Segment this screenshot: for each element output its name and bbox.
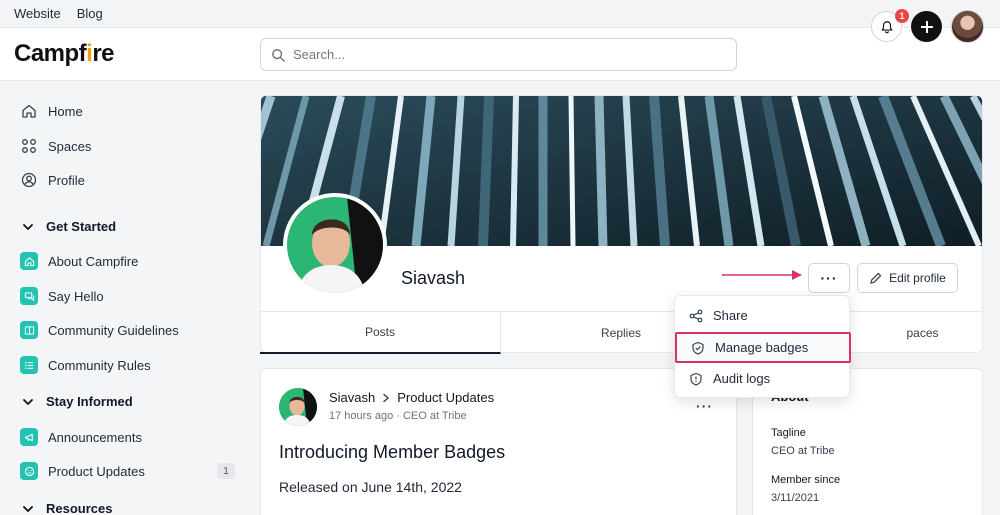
logo-text-c: re	[92, 40, 115, 67]
home-icon	[20, 102, 38, 120]
top-link-bar: Website Blog	[0, 0, 1000, 28]
sidebar-item-label: Say Hello	[48, 288, 104, 304]
about-tagline-label: Tagline	[771, 427, 806, 439]
post-meta: Siavash Product Updates	[329, 390, 494, 405]
create-button[interactable]	[911, 11, 942, 42]
menu-item-label: Audit logs	[713, 371, 771, 386]
chevron-down-icon	[23, 223, 33, 230]
smile-icon	[20, 462, 38, 480]
megaphone-icon	[20, 428, 38, 446]
about-member-since-value: 3/11/2021	[771, 492, 820, 504]
edit-profile-button[interactable]: Edit profile	[857, 263, 958, 293]
section-title: Resources	[46, 501, 113, 515]
sidebar-item-label: Spaces	[48, 138, 92, 154]
bell-icon	[881, 20, 892, 33]
sidebar-item-label: Announcements	[48, 429, 142, 445]
profile-avatar[interactable]	[283, 193, 387, 297]
menu-item-label: Share	[713, 308, 748, 323]
sidebar-item-about-campfire[interactable]: About Campfire	[20, 251, 138, 271]
plus-icon	[920, 20, 933, 33]
post-more-options-button[interactable]: ···	[696, 398, 713, 414]
about-tagline-value: CEO at Tribe	[771, 445, 835, 457]
chevron-down-icon	[23, 505, 33, 512]
sidebar-item-label: Profile	[48, 172, 85, 188]
post-timestamp: 17 hours ago · CEO at Tribe	[329, 410, 467, 422]
pointer-arrow-icon	[722, 270, 802, 280]
profile-name: Siavash	[401, 268, 466, 288]
logo-text-a: Campf	[14, 40, 87, 67]
sidebar-item-label: Community Rules	[48, 357, 151, 373]
user-avatar[interactable]	[951, 10, 984, 43]
section-title: Get Started	[46, 219, 117, 234]
post-body: Released on June 14th, 2022	[279, 479, 462, 495]
grid-icon	[20, 137, 38, 155]
sidebar-item-community-rules[interactable]: Community Rules	[20, 355, 151, 375]
sidebar-item-community-guidelines[interactable]: Community Guidelines	[20, 320, 179, 340]
share-icon	[689, 309, 703, 322]
book-icon	[20, 321, 38, 339]
more-options-icon: ···	[820, 270, 838, 286]
edit-profile-label: Edit profile	[889, 271, 946, 285]
profile-options-menu: Share Manage badges Audit logs	[674, 295, 851, 398]
campfire-logo[interactable]: Campfire	[14, 40, 115, 68]
shield-icon	[692, 341, 704, 355]
post-space-link[interactable]: Product Updates	[397, 390, 494, 405]
menu-item-label: Manage badges	[715, 340, 809, 355]
shield-icon	[690, 372, 702, 386]
menu-item-manage-badges[interactable]: Manage badges	[675, 332, 851, 363]
user-circle-icon	[20, 171, 38, 189]
tab-posts[interactable]: Posts	[260, 312, 501, 354]
search-input[interactable]	[293, 47, 713, 62]
home-icon	[20, 252, 38, 270]
sidebar-item-product-updates[interactable]: Product Updates	[20, 461, 145, 481]
search-box[interactable]	[260, 38, 737, 71]
sidebar-item-label: About Campfire	[48, 253, 139, 269]
post-title[interactable]: Introducing Member Badges	[279, 442, 505, 463]
website-link[interactable]: Website	[14, 6, 61, 21]
blog-link[interactable]: Blog	[77, 6, 103, 21]
sidebar-item-label: Home	[48, 103, 83, 119]
section-stay-informed[interactable]: Stay Informed	[22, 394, 133, 409]
list-icon	[20, 356, 38, 374]
post-author-name[interactable]: Siavash	[329, 390, 375, 405]
section-title: Stay Informed	[46, 394, 133, 409]
about-member-since-label: Member since	[771, 474, 841, 486]
sidebar-item-home[interactable]: Home	[20, 101, 83, 121]
sidebar-item-label: Community Guidelines	[48, 322, 179, 338]
menu-item-share[interactable]: Share	[675, 300, 851, 331]
sidebar-item-spaces[interactable]: Spaces	[20, 136, 91, 156]
app-header: Campfire	[0, 28, 1000, 81]
chevron-down-icon	[23, 398, 33, 405]
chevron-right-icon	[383, 393, 390, 402]
more-options-button[interactable]: ···	[808, 263, 850, 293]
pencil-icon	[870, 272, 882, 284]
profile-tabs: Posts Replies paces	[260, 311, 983, 354]
post-author-avatar[interactable]	[279, 388, 317, 426]
search-icon	[272, 48, 285, 62]
sidebar-item-say-hello[interactable]: Say Hello	[20, 286, 104, 306]
section-get-started[interactable]: Get Started	[22, 219, 116, 234]
sidebar-item-profile[interactable]: Profile	[20, 170, 85, 190]
unread-count-badge: 1	[217, 463, 235, 479]
menu-item-audit-logs[interactable]: Audit logs	[675, 363, 851, 394]
chat-icon	[20, 287, 38, 305]
sidebar-item-label: Product Updates	[48, 463, 145, 479]
notification-count-badge: 1	[895, 9, 909, 23]
sidebar-item-announcements[interactable]: Announcements	[20, 427, 142, 447]
section-resources[interactable]: Resources	[22, 501, 112, 515]
tab-spaces-label: paces	[906, 326, 939, 340]
